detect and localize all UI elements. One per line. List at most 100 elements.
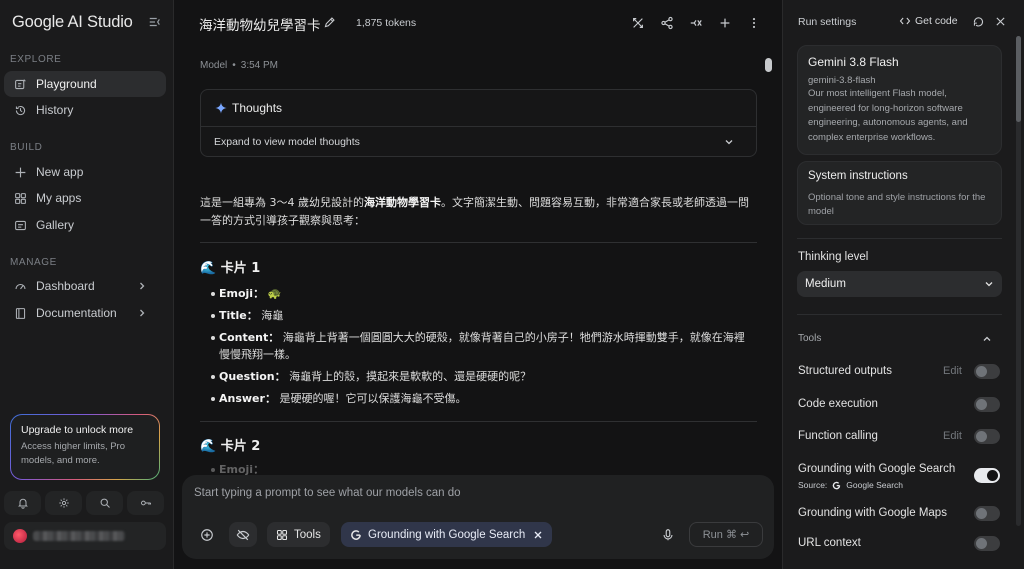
share-icon[interactable]	[660, 16, 674, 30]
add-media-button[interactable]	[193, 522, 221, 547]
tools-label: Tools	[294, 528, 321, 541]
tool-label: Function calling	[798, 430, 878, 442]
list-item: Question： 海龜背上的殼，摸起來是軟軟的、還是硬硬的呢？	[211, 368, 751, 385]
plus-circle-icon	[200, 528, 214, 542]
run-button[interactable]: Run ⌘ ↩	[689, 522, 763, 547]
google-g-icon	[350, 529, 362, 541]
source-value[interactable]: Google Search	[846, 480, 903, 490]
close-panel-icon[interactable]	[994, 15, 1007, 28]
upgrade-text: Access higher limits, Pro models, and mo…	[21, 441, 126, 466]
code-icon	[899, 15, 911, 27]
sidebar-item-playground[interactable]: Playground	[4, 71, 166, 97]
list-item: Title： 海龜	[211, 307, 751, 324]
tools-grid-icon	[276, 529, 288, 541]
tools-section-header[interactable]: Tools	[798, 333, 821, 344]
prompt-input[interactable]: Start typing a prompt to see what our mo…	[194, 487, 461, 499]
response-intro: 這是一組專為 3～4 歲幼兒設計的海洋動物學習卡。文字簡潔生動、問題容易互動，非…	[200, 194, 755, 230]
branch-icon[interactable]	[689, 16, 703, 30]
compare-icon[interactable]	[631, 16, 645, 30]
message-time: 3:54 PM	[240, 60, 279, 71]
sidebar-item-documentation[interactable]: Documentation	[4, 300, 166, 326]
tools-button[interactable]: Tools	[267, 522, 330, 547]
tool-label: Structured outputs	[798, 365, 892, 377]
upgrade-title: Upgrade to unlock more	[21, 424, 134, 436]
edit-title-icon[interactable]	[323, 16, 336, 29]
history-icon	[14, 104, 27, 117]
sidebar-item-label: Playground	[36, 77, 97, 91]
chevron-up-icon[interactable]	[982, 334, 992, 344]
list-item: Content： 海龜背上背著一個圓圓大大的硬殼，就像背著自己的小房子！牠們游水…	[211, 329, 751, 363]
thinking-level-select[interactable]: Medium	[797, 271, 1002, 297]
structured-outputs-toggle[interactable]	[974, 364, 1000, 379]
sidebar-item-history[interactable]: History	[4, 97, 166, 123]
grounding-chip[interactable]: Grounding with Google Search	[341, 522, 553, 547]
field-label: Content：	[219, 331, 280, 344]
microphone-button[interactable]	[654, 522, 682, 547]
search-button[interactable]	[86, 491, 123, 515]
model-id: gemini-3.8-flash	[808, 75, 876, 86]
edit-link[interactable]: Edit	[943, 365, 962, 377]
search-icon	[99, 497, 111, 509]
function-calling-toggle[interactable]	[974, 429, 1000, 444]
section-label-build: BUILD	[10, 142, 43, 153]
tool-label: Code execution	[798, 398, 878, 410]
grounding-source: Source: Google Search	[798, 480, 903, 490]
sidebar-item-my-apps[interactable]: My apps	[4, 185, 166, 211]
card-1-list: Emoji： 🐢 Title： 海龜 Content： 海龜背上背著一個圓圓大大…	[211, 285, 751, 407]
sidebar-item-label: Documentation	[36, 306, 117, 320]
more-vert-icon[interactable]	[747, 16, 761, 30]
logo-row: Google AI Studio	[12, 10, 162, 34]
settings-button[interactable]	[45, 491, 82, 515]
model-selector-card[interactable]: Gemini 3.8 Flash gemini-3.8-flash Our mo…	[797, 45, 1002, 155]
left-sidebar: Google AI Studio EXPLORE Playground Hist…	[0, 0, 174, 569]
account-button[interactable]	[4, 522, 166, 550]
main-content: 海洋動物幼兒學習卡 1,875 tokens Model • 3:54 PM Tho…	[175, 0, 781, 569]
sparkle-icon	[215, 102, 227, 114]
token-count: 1,875 tokens	[356, 17, 417, 29]
card-1-title: 🌊 卡片 1	[200, 261, 261, 276]
section-label-manage: MANAGE	[10, 257, 57, 268]
thoughts-expand-row[interactable]: Expand to view model thoughts	[201, 127, 756, 157]
chat-scrollbar[interactable]	[765, 58, 772, 72]
grounding-maps-toggle[interactable]	[974, 506, 1000, 521]
bell-icon	[17, 497, 29, 509]
upgrade-card[interactable]: Upgrade to unlock more Access higher lim…	[10, 414, 160, 480]
system-instructions-title: System instructions	[808, 170, 908, 182]
utility-row	[4, 491, 166, 515]
thinking-level-label: Thinking level	[798, 251, 869, 263]
divider	[797, 238, 1002, 239]
source-label: Source:	[798, 480, 828, 490]
grounding-search-toggle[interactable]	[974, 468, 1000, 483]
new-chat-plus-icon[interactable]	[718, 16, 732, 30]
thoughts-panel[interactable]: Thoughts Expand to view model thoughts	[200, 89, 757, 157]
system-instructions-description: Optional tone and style instructions for…	[808, 192, 986, 217]
panel-scrollbar[interactable]	[1016, 36, 1021, 526]
code-execution-toggle[interactable]	[974, 397, 1000, 412]
close-icon[interactable]	[533, 530, 543, 540]
api-key-button[interactable]	[127, 491, 164, 515]
thoughts-header: Thoughts	[201, 90, 756, 127]
tool-label: Grounding with Google Maps	[798, 507, 947, 519]
app-logo[interactable]: Google AI Studio	[12, 13, 133, 32]
system-instructions-card[interactable]: System instructions Optional tone and st…	[797, 161, 1002, 225]
sidebar-item-label: My apps	[36, 191, 82, 205]
chevron-down-icon[interactable]	[724, 137, 734, 147]
page-title[interactable]: 海洋動物幼兒學習卡	[199, 14, 321, 34]
divider	[200, 421, 757, 422]
sidebar-item-gallery[interactable]: Gallery	[4, 212, 166, 238]
thinking-toggle-button[interactable]	[229, 522, 257, 547]
get-code-button[interactable]: Get code	[899, 15, 958, 27]
url-context-toggle[interactable]	[974, 536, 1000, 551]
divider	[200, 242, 757, 243]
sidebar-item-label: New app	[36, 165, 84, 179]
notifications-button[interactable]	[4, 491, 41, 515]
edit-link[interactable]: Edit	[943, 430, 962, 442]
field-value: 海龜背上的殼，摸起來是軟軟的、還是硬硬的呢？	[289, 370, 532, 383]
plus-icon	[14, 166, 27, 179]
sidebar-item-dashboard[interactable]: Dashboard	[4, 273, 166, 299]
collapse-sidebar-icon[interactable]	[148, 15, 162, 29]
sidebar-item-label: Gallery	[36, 218, 75, 232]
reset-settings-icon[interactable]	[972, 15, 985, 28]
sidebar-item-new-app[interactable]: New app	[4, 159, 166, 185]
field-label: Title：	[219, 309, 258, 322]
